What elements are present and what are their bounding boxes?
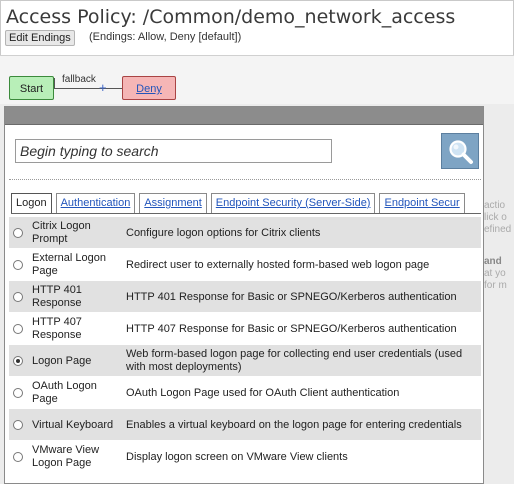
item-description: Display logon screen on VMware View clie… [126, 450, 348, 463]
item-description: Enables a virtual keyboard on the logon … [126, 418, 462, 431]
list-item[interactable]: Citrix Logon Prompt Configure logon opti… [9, 217, 481, 249]
list-item[interactable]: VMware View Logon Page Display logon scr… [9, 441, 481, 473]
search-icon [449, 140, 473, 164]
edit-endings-button[interactable]: Edit Endings [5, 30, 75, 46]
item-radio[interactable] [13, 420, 23, 430]
item-name: VMware View Logon Page [32, 444, 100, 469]
item-list: Citrix Logon Prompt Configure logon opti… [9, 217, 481, 473]
list-item[interactable]: Logon Page Web form-based logon page for… [9, 345, 481, 377]
flow-connector [54, 88, 122, 89]
item-radio[interactable] [13, 292, 23, 302]
item-radio[interactable] [13, 324, 23, 334]
search-input[interactable] [15, 139, 332, 163]
list-item[interactable]: External Logon Page Redirect user to ext… [9, 249, 481, 281]
fallback-branch-label: fallback [62, 74, 96, 85]
item-radio-selected[interactable] [13, 356, 23, 366]
item-radio[interactable] [13, 388, 23, 398]
add-item-icon[interactable]: + [99, 81, 107, 94]
hint-line: at yo [484, 268, 506, 279]
deny-ending-node[interactable]: Deny [122, 76, 176, 100]
item-description: HTTP 401 Response for Basic or SPNEGO/Ke… [126, 290, 457, 303]
tabs-underline [11, 213, 481, 214]
tab-endpoint-security-server-side[interactable]: Endpoint Security (Server-Side) [210, 193, 376, 213]
item-radio[interactable] [13, 228, 23, 238]
list-item[interactable]: OAuth Logon Page OAuth Logon Page used f… [9, 377, 481, 409]
item-name: Citrix Logon Prompt [32, 220, 91, 245]
hint-line: for m [484, 280, 507, 291]
hint-line: actio [484, 200, 506, 211]
list-item[interactable]: Virtual Keyboard Enables a virtual keybo… [9, 409, 481, 441]
flow-connector-up [54, 78, 55, 88]
item-name: Logon Page [32, 354, 92, 367]
hint-bold-word: and [484, 256, 502, 267]
add-item-dialog: LogonAuthenticationAssignmentEndpoint Se… [4, 106, 484, 484]
dotted-separator [9, 179, 481, 180]
tab-authentication[interactable]: Authentication [55, 193, 136, 213]
page-title: Access Policy: /Common/demo_network_acce… [6, 6, 456, 28]
item-radio[interactable] [13, 260, 23, 270]
tab-logon[interactable]: Logon [11, 193, 52, 213]
tab-assignment[interactable]: Assignment [139, 193, 207, 213]
hint-line: efined [484, 224, 512, 235]
item-name: OAuth Logon Page [32, 380, 97, 405]
list-item[interactable]: HTTP 407 Response HTTP 407 Response for … [9, 313, 481, 345]
item-description: Web form-based logon page for collecting… [126, 348, 463, 373]
item-description: Redirect user to externally hosted form-… [126, 258, 430, 271]
category-tabs: Logon Authentication Assignment Endpoint Se… [11, 193, 481, 213]
item-name: External Logon Page [32, 252, 106, 277]
endings-info: (Endings: Allow, Deny [default]) [89, 31, 242, 43]
item-description: HTTP 407 Response for Basic or SPNEGO/Ke… [126, 322, 457, 335]
dialog-titlebar[interactable] [5, 107, 483, 125]
item-name: HTTP 401 Response [32, 284, 82, 309]
item-description: Configure logon options for Citrix clien… [126, 226, 321, 239]
search-button[interactable] [441, 133, 479, 169]
hint-line: lick o [484, 212, 507, 223]
background-hint-text: actio lick o efined and at yo for m [484, 200, 514, 292]
tab-endpoint-security-client-side[interactable]: Endpoint Secur [379, 193, 465, 213]
item-name: Virtual Keyboard [32, 418, 114, 431]
list-item[interactable]: HTTP 401 Response HTTP 401 Response for … [9, 281, 481, 313]
deny-ending-link[interactable]: Deny [136, 83, 162, 95]
item-radio[interactable] [13, 452, 23, 462]
item-name: HTTP 407 Response [32, 316, 82, 341]
start-node[interactable]: Start [9, 76, 54, 100]
item-description: OAuth Logon Page used for OAuth Client a… [126, 386, 400, 399]
